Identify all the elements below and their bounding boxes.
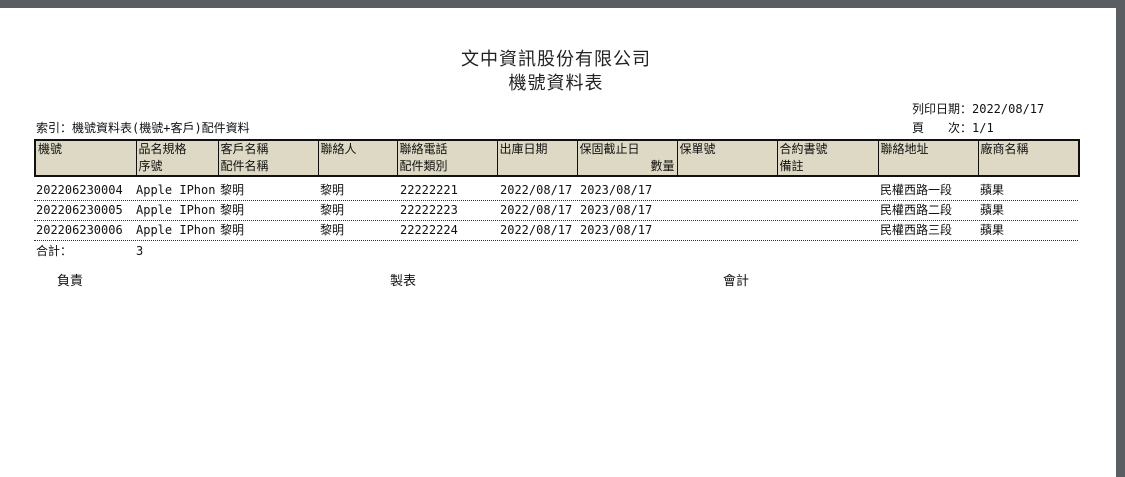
col-contract-no: 合約書號 備註 bbox=[776, 140, 878, 176]
address: 民權西路三段 bbox=[880, 223, 953, 237]
product: Apple IPhon bbox=[136, 183, 216, 197]
out-date: 2022/08/17 bbox=[500, 223, 573, 237]
machine-no: 202206230006 bbox=[36, 223, 123, 237]
customer: 黎明 bbox=[220, 183, 245, 197]
vendor: 蘋果 bbox=[980, 203, 1005, 217]
contact: 黎明 bbox=[320, 223, 345, 237]
total-value: 3 bbox=[136, 244, 144, 258]
machine-no: 202206230005 bbox=[36, 203, 123, 217]
report-title: 機號資料表 bbox=[508, 73, 604, 94]
col-machine-no: 機號 bbox=[38, 142, 63, 156]
customer: 黎明 bbox=[220, 203, 245, 217]
out-date: 2022/08/17 bbox=[500, 183, 573, 197]
phone: 22222223 bbox=[400, 203, 458, 217]
vendor: 蘋果 bbox=[980, 183, 1005, 197]
warranty-end: 2023/08/17 bbox=[580, 183, 653, 197]
col-out-date: 出庫日期 bbox=[496, 140, 577, 176]
warranty-end: 2023/08/17 bbox=[580, 203, 653, 217]
address: 民權西路一段 bbox=[880, 183, 953, 197]
product: Apple IPhon bbox=[136, 203, 216, 217]
table-header: 機號 品名規格 序號 客戶名稱 配件名稱 聯絡人 聯絡電話 配件類別 出庫日期 保固截… bbox=[34, 139, 1080, 177]
signature-accounting: 會計 bbox=[723, 274, 750, 289]
address: 民權西路二段 bbox=[880, 203, 953, 217]
warranty-end: 2023/08/17 bbox=[580, 223, 653, 237]
table-row: 202206230005 Apple IPhon 黎明 黎明 22222223 … bbox=[34, 201, 1078, 221]
col-policy-no: 保單號 bbox=[676, 140, 777, 176]
contact: 黎明 bbox=[320, 183, 345, 197]
report-page: 文中資訊股份有限公司 機號資料表 列印日期：2022/08/17 頁 次：1/1… bbox=[0, 8, 1116, 477]
signature-responsible: 負責 bbox=[57, 274, 84, 289]
print-date: 列印日期：2022/08/17 bbox=[912, 102, 1045, 116]
phone: 22222224 bbox=[400, 223, 458, 237]
page-number: 頁 次：1/1 bbox=[912, 121, 994, 135]
company-name: 文中資訊股份有限公司 bbox=[461, 49, 651, 70]
phone: 22222221 bbox=[400, 183, 458, 197]
col-contact: 聯絡人 bbox=[317, 140, 397, 176]
out-date: 2022/08/17 bbox=[500, 203, 573, 217]
col-phone: 聯絡電話 配件類別 bbox=[396, 140, 497, 176]
table-row: 202206230004 Apple IPhon 黎明 黎明 22222221 … bbox=[34, 181, 1078, 201]
index-label: 索引：機號資料表(機號+客戶)配件資料 bbox=[36, 121, 250, 135]
total-label: 合計： bbox=[36, 244, 73, 258]
customer: 黎明 bbox=[220, 223, 245, 237]
table-row: 202206230006 Apple IPhon 黎明 黎明 22222224 … bbox=[34, 221, 1078, 241]
col-product: 品名規格 序號 bbox=[135, 140, 218, 176]
col-address: 聯絡地址 bbox=[877, 140, 978, 176]
col-vendor: 廠商名稱 bbox=[977, 140, 1079, 176]
table-body: 202206230004 Apple IPhon 黎明 黎明 22222221 … bbox=[34, 181, 1078, 241]
signature-prepared-by: 製表 bbox=[390, 274, 417, 289]
product: Apple IPhon bbox=[136, 223, 216, 237]
col-customer: 客戶名稱 配件名稱 bbox=[217, 140, 318, 176]
contact: 黎明 bbox=[320, 203, 345, 217]
col-warranty: 保固截止日 數量 bbox=[576, 140, 677, 176]
vendor: 蘋果 bbox=[980, 223, 1005, 237]
report-titles: 文中資訊股份有限公司 機號資料表 bbox=[0, 48, 1112, 96]
machine-no: 202206230004 bbox=[36, 183, 123, 197]
